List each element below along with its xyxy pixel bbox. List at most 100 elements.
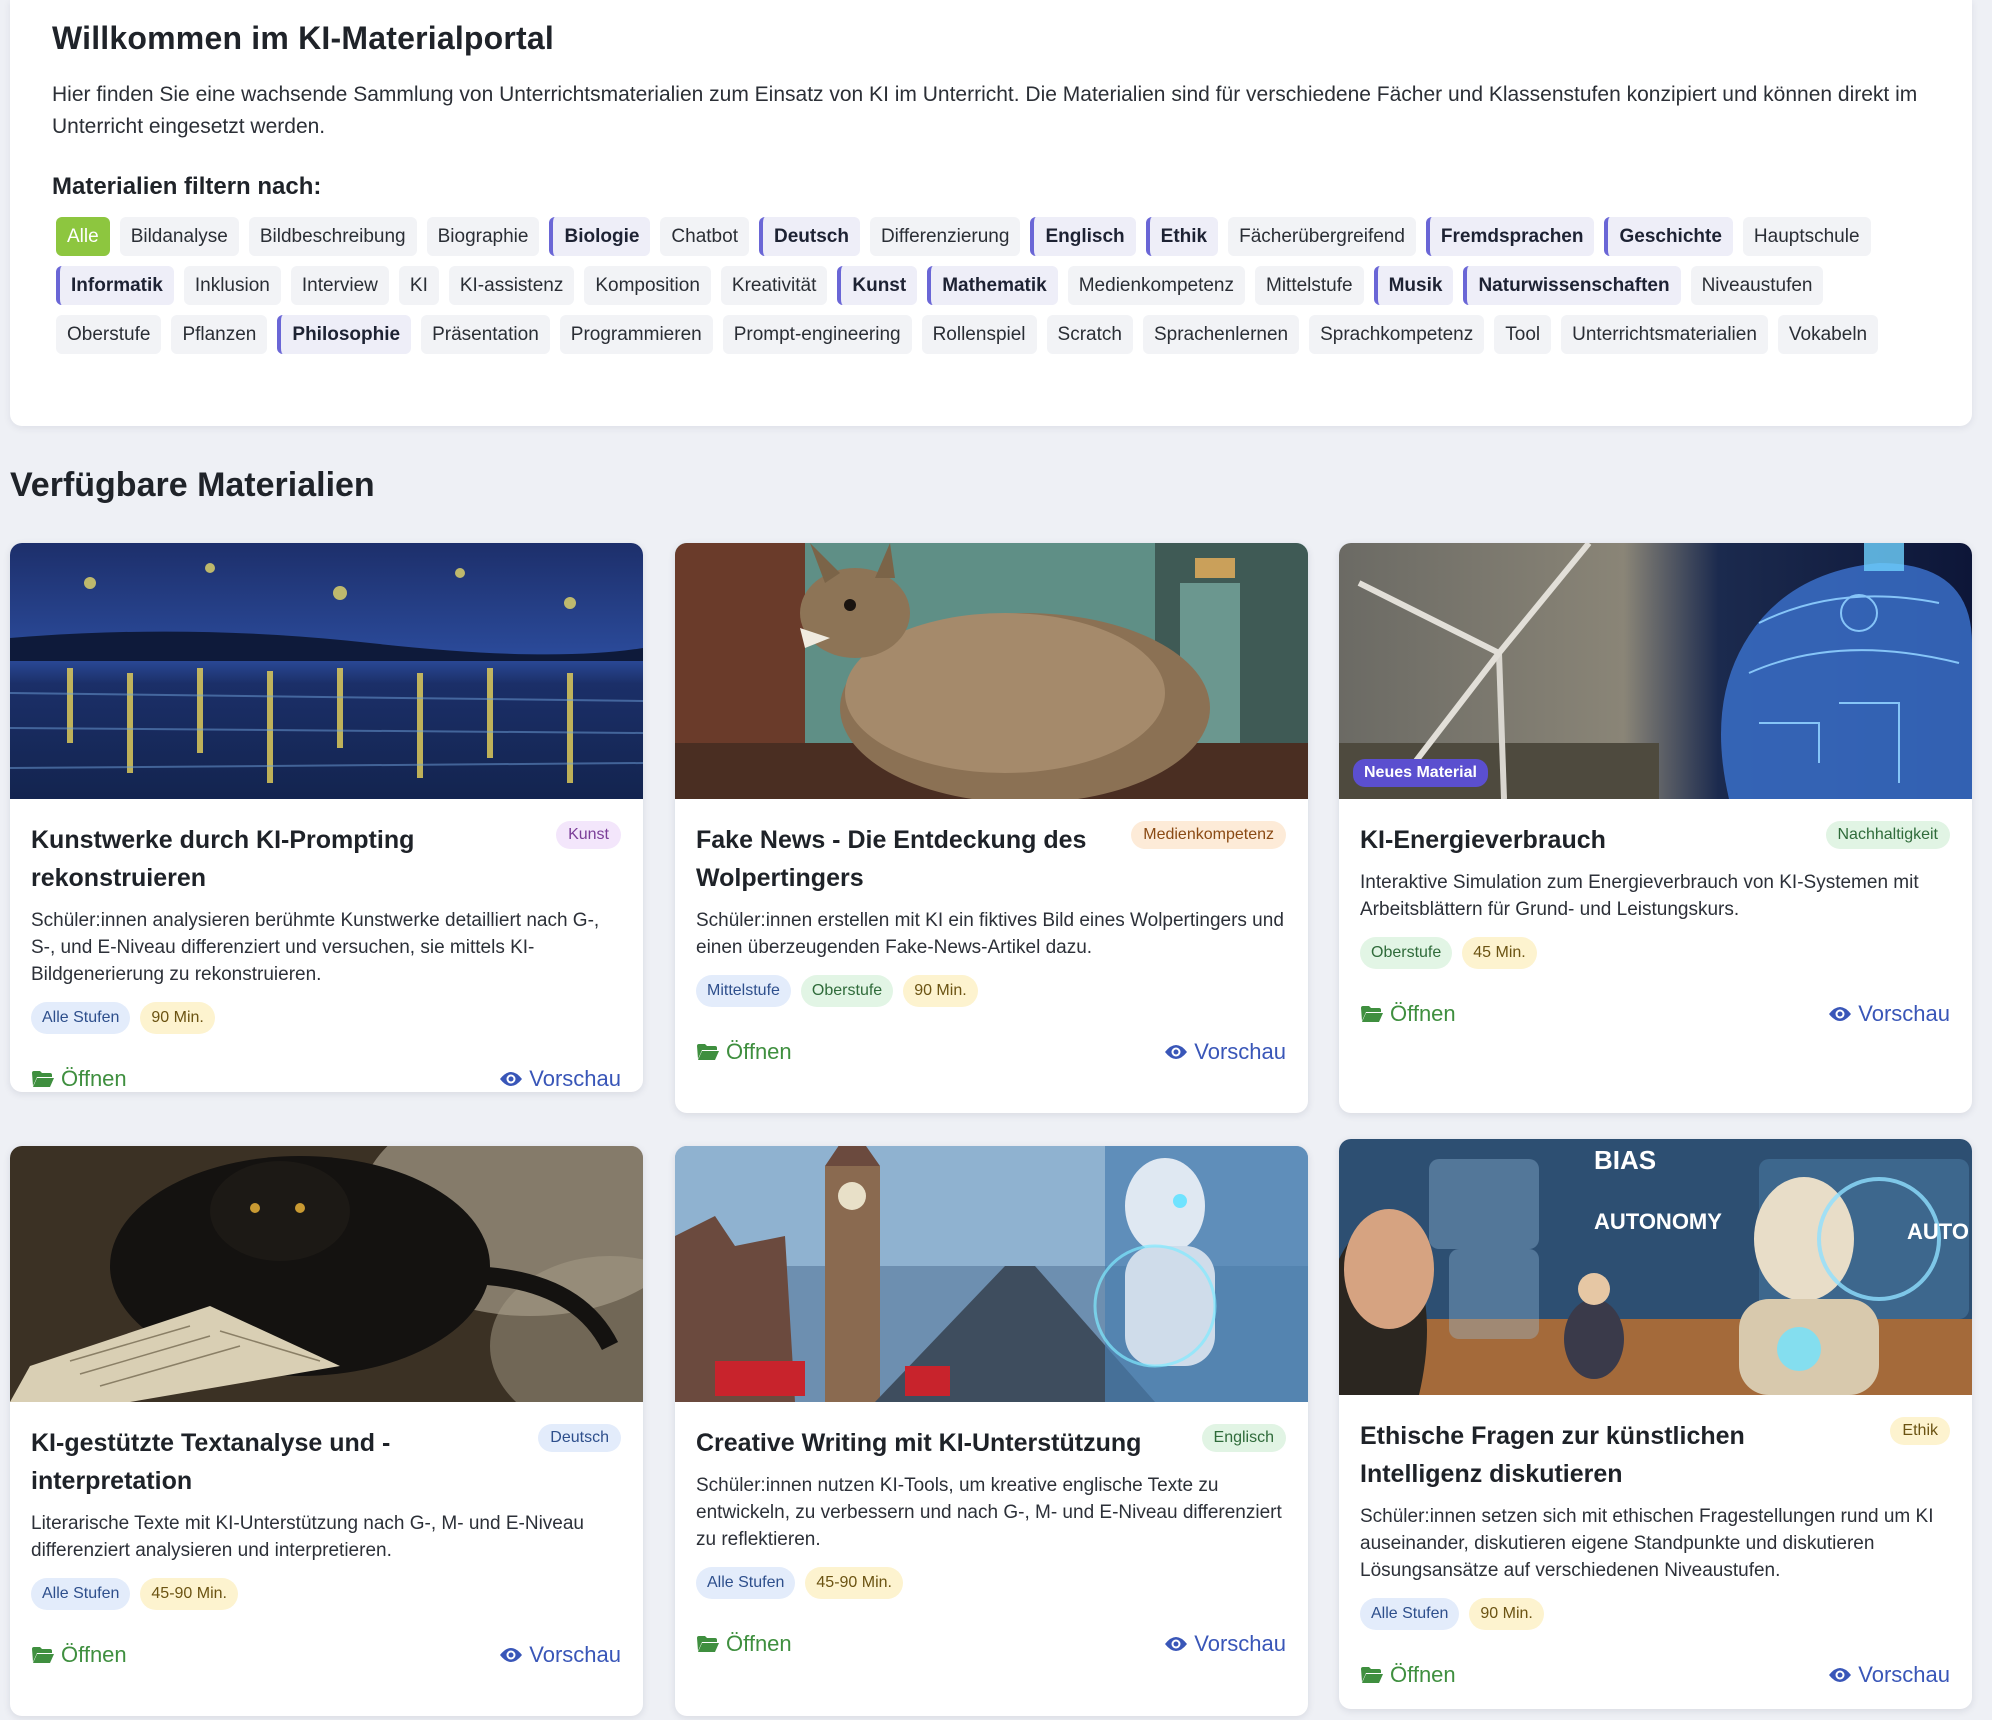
preview-button[interactable]: Vorschau (499, 1642, 621, 1668)
filter-tag-musik[interactable]: Musik (1373, 266, 1454, 305)
open-button[interactable]: Öffnen (1360, 1001, 1456, 1027)
preview-button[interactable]: Vorschau (499, 1066, 621, 1092)
card-image[interactable] (10, 543, 643, 799)
level-pill: Alle Stufen (696, 1567, 796, 1599)
image-text-bias: BIAS (1594, 1145, 1656, 1175)
preview-button[interactable]: Vorschau (1828, 1662, 1950, 1688)
preview-label: Vorschau (1858, 1001, 1950, 1026)
filter-tag-kreativität[interactable]: Kreativität (720, 266, 828, 305)
filter-tag-oberstufe[interactable]: Oberstufe (56, 315, 162, 354)
filter-tag-scratch[interactable]: Scratch (1046, 315, 1133, 354)
intro-panel: Willkommen im KI-Materialportal Hier fin… (10, 0, 1972, 426)
material-card: Kunstwerke durch KI-Prompting rekonstrui… (10, 543, 643, 1092)
preview-label: Vorschau (1858, 1662, 1950, 1687)
filter-tag-komposition[interactable]: Komposition (584, 266, 711, 305)
filter-tag-sprachkompetenz[interactable]: Sprachkompetenz (1309, 315, 1485, 354)
subject-badge: Englisch (1201, 1424, 1286, 1452)
filter-tag-tool[interactable]: Tool (1494, 315, 1552, 354)
page-title: Willkommen im KI-Materialportal (52, 20, 554, 56)
open-button[interactable]: Öffnen (31, 1066, 127, 1092)
filter-tag-kunst[interactable]: Kunst (837, 266, 918, 305)
filter-tag-englisch[interactable]: Englisch (1030, 217, 1136, 256)
open-label: Öffnen (726, 1039, 792, 1064)
image-text-auto: AUTO (1907, 1219, 1969, 1244)
subject-badge: Nachhaltigkeit (1825, 821, 1950, 849)
filter-tag-interview[interactable]: Interview (290, 266, 389, 305)
filter-tag-medienkompetenz[interactable]: Medienkompetenz (1067, 266, 1245, 305)
card-description: Schüler:innen erstellen mit KI ein fikti… (696, 910, 1284, 958)
filter-tag-unterrichtsmaterialien[interactable]: Unterrichtsmaterialien (1561, 315, 1768, 354)
card-description: Schüler:innen setzen sich mit ethischen … (1360, 1506, 1934, 1581)
filter-tag-biographie[interactable]: Biographie (426, 217, 540, 256)
open-button[interactable]: Öffnen (31, 1642, 127, 1668)
preview-label: Vorschau (529, 1642, 621, 1667)
subject-badge: Deutsch (538, 1424, 621, 1452)
open-button[interactable]: Öffnen (1360, 1662, 1456, 1688)
filter-tag-informatik[interactable]: Informatik (56, 266, 174, 305)
image-text-autonomy: AUTONOMY (1594, 1209, 1722, 1234)
filter-tag-deutsch[interactable]: Deutsch (758, 217, 860, 256)
preview-button[interactable]: Vorschau (1828, 1001, 1950, 1027)
card-description: Interaktive Simulation zum Energieverbra… (1360, 872, 1919, 920)
filter-tag-alle[interactable]: Alle (56, 217, 110, 256)
filter-tag-chatbot[interactable]: Chatbot (660, 217, 749, 256)
filter-tag-bildbeschreibung[interactable]: Bildbeschreibung (248, 217, 417, 256)
filter-tag-pflanzen[interactable]: Pflanzen (171, 315, 268, 354)
filter-tag-ki[interactable]: KI (398, 266, 439, 305)
preview-label: Vorschau (1194, 1631, 1286, 1656)
filter-tag-geschichte[interactable]: Geschichte (1604, 217, 1733, 256)
level-pill: Alle Stufen (31, 1002, 131, 1034)
preview-button[interactable]: Vorschau (1164, 1039, 1286, 1065)
filter-tag-hauptschule[interactable]: Hauptschule (1742, 217, 1871, 256)
card-image[interactable] (10, 1146, 643, 1436)
level-pill: Alle Stufen (1360, 1598, 1460, 1630)
card-title: KI-gestützte Textanalyse und -interpreta… (31, 1429, 391, 1495)
eye-icon (1829, 1668, 1852, 1682)
duration-pill: 90 Min. (1469, 1598, 1544, 1630)
eye-icon (1165, 1045, 1188, 1059)
filter-tag-programmieren[interactable]: Programmieren (559, 315, 713, 354)
filter-tag-naturwissenschaften[interactable]: Naturwissenschaften (1463, 266, 1681, 305)
filter-tag-sprachenlernen[interactable]: Sprachenlernen (1142, 315, 1300, 354)
filter-tag-inklusion[interactable]: Inklusion (183, 266, 281, 305)
filter-tag-fremdsprachen[interactable]: Fremdsprachen (1425, 217, 1595, 256)
card-image[interactable]: Neues Material (1339, 543, 1972, 800)
filter-tag-bildanalyse[interactable]: Bildanalyse (119, 217, 239, 256)
filter-heading: Materialien filtern nach: (52, 173, 322, 200)
duration-pill: 45-90 Min. (140, 1578, 238, 1610)
duration-pill: 45-90 Min. (805, 1567, 903, 1599)
eye-icon (500, 1072, 523, 1086)
material-card: Fake News - Die Entdeckung des Wolpertin… (675, 543, 1308, 1113)
filter-tag-fächerübergreifend[interactable]: Fächerübergreifend (1228, 217, 1416, 256)
filter-tag-rollenspiel[interactable]: Rollenspiel (921, 315, 1037, 354)
open-label: Öffnen (61, 1642, 127, 1667)
filter-tag-präsentation[interactable]: Präsentation (421, 315, 550, 354)
eye-icon (1829, 1007, 1852, 1021)
preview-button[interactable]: Vorschau (1164, 1631, 1286, 1657)
filter-tag-mathematik[interactable]: Mathematik (927, 266, 1058, 305)
subject-badge: Kunst (556, 821, 621, 849)
folder-open-icon (1361, 1006, 1383, 1022)
subject-badge: Medienkompetenz (1131, 821, 1286, 849)
card-image[interactable] (675, 543, 1308, 803)
filter-tag-ki-assistenz[interactable]: KI-assistenz (448, 266, 575, 305)
filter-tag-biologie[interactable]: Biologie (549, 217, 651, 256)
filter-tag-ethik[interactable]: Ethik (1145, 217, 1219, 256)
folder-open-icon (1361, 1667, 1383, 1683)
filter-tag-mittelstufe[interactable]: Mittelstufe (1255, 266, 1364, 305)
card-description: Literarische Texte mit KI-Unterstützung … (31, 1513, 584, 1561)
open-label: Öffnen (61, 1066, 127, 1091)
duration-pill: 90 Min. (140, 1002, 215, 1034)
card-description: Schüler:innen analysieren berühmte Kunst… (31, 910, 600, 985)
eye-icon (1165, 1637, 1188, 1651)
folder-open-icon (697, 1636, 719, 1652)
filter-tag-vokabeln[interactable]: Vokabeln (1777, 315, 1879, 354)
card-image[interactable]: BIAS AUTONOMY AUTO (1339, 1139, 1972, 1395)
filter-tag-differenzierung[interactable]: Differenzierung (869, 217, 1021, 256)
card-image[interactable] (675, 1146, 1308, 1402)
open-button[interactable]: Öffnen (696, 1631, 792, 1657)
filter-tag-philosophie[interactable]: Philosophie (277, 315, 412, 354)
filter-tag-prompt-engineering[interactable]: Prompt-engineering (722, 315, 912, 354)
filter-tag-niveaustufen[interactable]: Niveaustufen (1690, 266, 1824, 305)
open-button[interactable]: Öffnen (696, 1039, 792, 1065)
